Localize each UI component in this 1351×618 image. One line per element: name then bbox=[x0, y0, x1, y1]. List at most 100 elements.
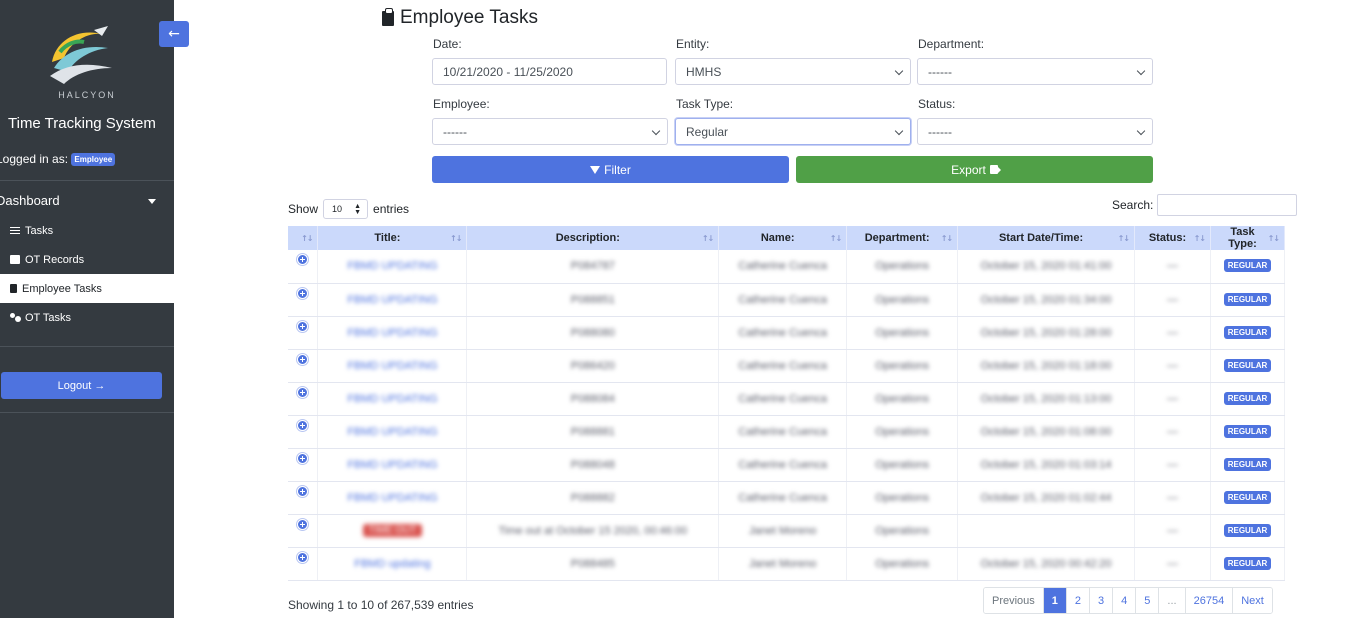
cell-department: Operations bbox=[846, 382, 959, 416]
sidebar-dashboard-toggle[interactable]: Dashboard bbox=[0, 193, 170, 208]
col-header-label: Title: bbox=[374, 232, 401, 244]
table-row[interactable]: FBMD UPDATING P088048 Catherine Cuenca Oper… bbox=[288, 448, 1286, 482]
cell-start: October 15, 2020 01:02:44 bbox=[957, 481, 1135, 515]
expand-row-icon[interactable] bbox=[297, 518, 309, 530]
cell-task-type: REGULAR bbox=[1210, 349, 1286, 383]
status-select[interactable]: ------ bbox=[917, 118, 1153, 145]
task-title-link[interactable]: FBMD UPDATING bbox=[347, 260, 437, 272]
table-row[interactable]: FBMD UPDATING P088882 Catherine Cuenca Oper… bbox=[288, 481, 1286, 515]
description-text: P084787 bbox=[570, 260, 615, 273]
export-button[interactable]: Export bbox=[796, 156, 1153, 183]
pagination-next[interactable]: Next bbox=[1233, 588, 1272, 613]
cell-task-type: REGULAR bbox=[1210, 382, 1286, 416]
expand-row-icon[interactable] bbox=[297, 254, 309, 265]
task-title-link[interactable]: FBMD UPDATING bbox=[347, 459, 437, 471]
table-row[interactable]: FBMD UPDATING P088851 Catherine Cuenca Oper… bbox=[288, 283, 1286, 317]
cell-status: — bbox=[1134, 547, 1211, 581]
expand-row-icon[interactable] bbox=[297, 452, 309, 464]
table-row[interactable]: FBMD updating P088485 Janet Moreno Operatio… bbox=[288, 547, 1286, 581]
task-title-link[interactable]: FBMD UPDATING bbox=[347, 360, 437, 372]
expand-cell[interactable] bbox=[288, 448, 319, 482]
name-text: Catherine Cuenca bbox=[738, 293, 828, 306]
task-type-badge: REGULAR bbox=[1223, 457, 1272, 471]
col-header-control[interactable]: ↑↓ bbox=[288, 226, 319, 250]
employee-value: ------ bbox=[443, 124, 467, 139]
expand-cell[interactable] bbox=[288, 547, 319, 581]
table-row[interactable]: FBMD UPDATING P088080 Catherine Cuenca Oper… bbox=[288, 316, 1286, 350]
cell-start: October 15, 2020 01:03:14 bbox=[957, 448, 1135, 482]
pagination-page[interactable]: 2 bbox=[1066, 588, 1091, 613]
collapse-sidebar-button[interactable]: ← bbox=[159, 21, 189, 47]
sort-icon: ↑↓ bbox=[1193, 234, 1206, 243]
expand-cell[interactable] bbox=[288, 415, 319, 449]
pagination-page[interactable]: 1 bbox=[1043, 588, 1067, 613]
col-header-name[interactable]: Name: ↑↓ bbox=[718, 226, 848, 250]
task-title-link[interactable]: FBMD UPDATING bbox=[347, 492, 437, 504]
cell-title: FBMD UPDATING bbox=[317, 415, 468, 449]
cell-department: Operations bbox=[846, 514, 959, 548]
department-select[interactable]: ------ bbox=[917, 58, 1153, 85]
expand-cell[interactable] bbox=[288, 283, 319, 317]
pagination-page[interactable]: 5 bbox=[1136, 588, 1160, 613]
status-label: Status: bbox=[918, 97, 956, 111]
employee-select[interactable]: ------ bbox=[432, 118, 668, 145]
col-header-department[interactable]: Department: ↑↓ bbox=[846, 226, 959, 250]
sort-icon: ↑↓ bbox=[1267, 234, 1280, 243]
cell-status: — bbox=[1134, 283, 1211, 317]
table-row[interactable]: FBMD UPDATING P086420 Catherine Cuenca Oper… bbox=[288, 349, 1286, 383]
cell-start: October 15, 2020 00:42:20 bbox=[957, 547, 1135, 581]
page-length-select[interactable]: 10 ▲ ▼ bbox=[323, 199, 369, 219]
task-title-link[interactable]: FBMD UPDATING bbox=[347, 327, 437, 339]
col-header-start-date[interactable]: Start Date/Time: ↑↓ bbox=[957, 226, 1135, 250]
table-row[interactable]: FBMD UPDATING P084787 Catherine Cuenca Oper… bbox=[288, 250, 1286, 284]
pagination-page[interactable]: 4 bbox=[1113, 588, 1137, 613]
pagination-page[interactable]: 3 bbox=[1090, 588, 1114, 613]
sort-icon: ↑↓ bbox=[1117, 234, 1130, 243]
search-input[interactable] bbox=[1157, 194, 1297, 216]
expand-cell[interactable] bbox=[288, 481, 319, 515]
col-header-task-type[interactable]: Task Type: ↑↓ bbox=[1210, 226, 1286, 250]
expand-row-icon[interactable] bbox=[297, 485, 309, 497]
logo-text: HALCYON bbox=[58, 90, 116, 100]
sidebar-item-tasks[interactable]: Tasks bbox=[0, 216, 174, 245]
status-text: — bbox=[1166, 458, 1178, 471]
start-text: October 15, 2020 01:08:00 bbox=[980, 425, 1112, 438]
pagination-previous[interactable]: Previous bbox=[984, 588, 1044, 613]
table-row[interactable]: FBMD UPDATING P088881 Catherine Cuenca Oper… bbox=[288, 415, 1286, 449]
expand-row-icon[interactable] bbox=[297, 320, 309, 332]
expand-cell[interactable] bbox=[288, 316, 319, 350]
task-title-link[interactable]: FBMD UPDATING bbox=[347, 294, 437, 306]
expand-row-icon[interactable] bbox=[297, 551, 309, 563]
start-text: October 15, 2020 01:03:14 bbox=[980, 458, 1112, 471]
sidebar-item-employee-tasks[interactable]: Employee Tasks bbox=[0, 274, 174, 303]
task-title-link[interactable]: FBMD UPDATING bbox=[347, 426, 437, 438]
task-type-badge: REGULAR bbox=[1223, 325, 1272, 339]
sidebar-item-ot-tasks[interactable]: OT Tasks bbox=[0, 303, 174, 332]
expand-cell[interactable] bbox=[288, 250, 319, 284]
filter-button[interactable]: Filter bbox=[432, 156, 789, 183]
expand-cell[interactable] bbox=[288, 349, 319, 383]
status-text: — bbox=[1166, 293, 1178, 306]
table-row[interactable]: TIME OUT Time out at October 15 2020, 00:… bbox=[288, 514, 1286, 548]
expand-cell[interactable] bbox=[288, 514, 319, 548]
col-header-description[interactable]: Description: ↑↓ bbox=[466, 226, 720, 250]
sidebar-item-ot-records[interactable]: OT Records bbox=[0, 245, 174, 274]
task-title-link[interactable]: FBMD updating bbox=[354, 558, 430, 570]
task-title-link[interactable]: FBMD UPDATING bbox=[347, 393, 437, 405]
col-header-title[interactable]: Title: ↑↓ bbox=[317, 226, 468, 250]
table-row[interactable]: FBMD UPDATING P088084 Catherine Cuenca Oper… bbox=[288, 382, 1286, 416]
expand-row-icon[interactable] bbox=[297, 353, 309, 365]
entity-select[interactable]: HMHS bbox=[675, 58, 911, 85]
expand-row-icon[interactable] bbox=[297, 287, 309, 299]
logout-button[interactable]: Logout → bbox=[1, 372, 162, 399]
cell-name: Janet Moreno bbox=[718, 547, 848, 581]
pagination-page[interactable]: 26754 bbox=[1185, 588, 1234, 613]
expand-cell[interactable] bbox=[288, 382, 319, 416]
expand-row-icon[interactable] bbox=[297, 419, 309, 431]
task-type-badge: REGULAR bbox=[1223, 391, 1272, 405]
task-type-select[interactable]: Regular bbox=[675, 118, 911, 145]
col-header-status[interactable]: Status: ↑↓ bbox=[1134, 226, 1211, 250]
date-range-input[interactable]: 10/21/2020 - 11/25/2020 bbox=[432, 58, 667, 85]
description-text: P088851 bbox=[570, 293, 615, 306]
expand-row-icon[interactable] bbox=[297, 386, 309, 398]
